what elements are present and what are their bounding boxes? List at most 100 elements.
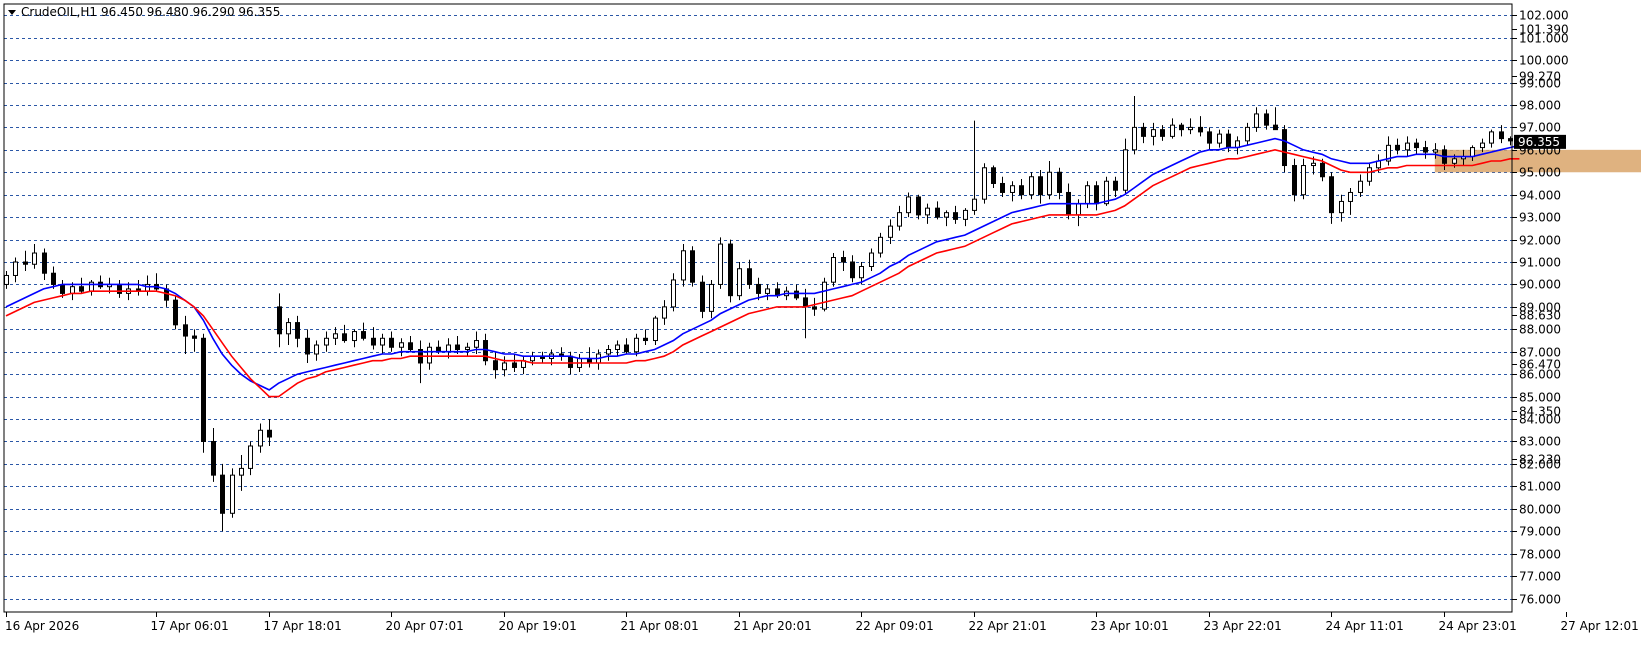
candle-body bbox=[286, 322, 291, 335]
candle-body bbox=[201, 337, 206, 442]
current-price-label: 96.355 bbox=[1518, 135, 1560, 149]
candle-body bbox=[493, 360, 498, 371]
candle-body bbox=[812, 306, 817, 310]
candle-body bbox=[277, 306, 282, 335]
y-tick-label: 79.000 bbox=[1519, 525, 1561, 539]
candle-body bbox=[831, 257, 836, 283]
candle-body bbox=[1151, 129, 1156, 137]
x-tick-label: 24 Apr 23:01 bbox=[1439, 619, 1517, 633]
x-tick-label: 23 Apr 22:01 bbox=[1204, 619, 1282, 633]
candle-body bbox=[624, 344, 629, 353]
candle-body bbox=[32, 252, 37, 265]
candle-body bbox=[465, 346, 470, 351]
candle-body bbox=[446, 344, 451, 353]
y-tick-label: 80.000 bbox=[1519, 503, 1561, 517]
candle-body bbox=[1094, 185, 1099, 205]
candle-body bbox=[1452, 158, 1457, 164]
candle-body bbox=[803, 297, 808, 308]
y-tick-label: 92.000 bbox=[1519, 234, 1561, 248]
candle-body bbox=[408, 342, 413, 351]
candle-body bbox=[765, 288, 770, 294]
y-tick-label: 99.000 bbox=[1519, 77, 1561, 91]
candle-body bbox=[643, 337, 648, 342]
chart-root[interactable]: 102.000 101.390 101.000 100.000 99.270 99.000… bbox=[0, 0, 1641, 666]
candle-body bbox=[1395, 144, 1400, 151]
candle-body bbox=[1132, 126, 1137, 151]
candle-body bbox=[1320, 162, 1325, 178]
candle-body bbox=[1282, 129, 1287, 167]
candle-body bbox=[1489, 131, 1494, 144]
candle-body bbox=[944, 212, 949, 218]
candle-body bbox=[1423, 147, 1428, 153]
candle-body bbox=[117, 283, 122, 294]
candle-body bbox=[568, 355, 573, 368]
y-tick-label: 100.000 bbox=[1519, 54, 1569, 68]
candle-body bbox=[878, 236, 883, 254]
candle-body bbox=[935, 207, 940, 218]
candle-body bbox=[888, 225, 893, 238]
candle-body bbox=[1179, 124, 1184, 131]
y-tick-label: 93.000 bbox=[1519, 211, 1561, 225]
candle-body bbox=[1029, 176, 1034, 196]
y-tick-label: 85.000 bbox=[1519, 391, 1561, 405]
candle-body bbox=[869, 252, 874, 267]
candle-body bbox=[606, 349, 611, 355]
candle-body bbox=[1245, 126, 1250, 142]
candle-body bbox=[681, 250, 686, 281]
x-tick-label: 21 Apr 20:01 bbox=[734, 619, 812, 633]
candle-body bbox=[1170, 124, 1175, 137]
candle-body bbox=[718, 243, 723, 285]
candle-body bbox=[709, 283, 714, 312]
candle-body bbox=[1226, 133, 1231, 149]
x-tick-label: 22 Apr 21:01 bbox=[969, 619, 1047, 633]
y-tick-label: 97.000 bbox=[1519, 121, 1561, 135]
y-tick-label: 83.000 bbox=[1519, 435, 1561, 449]
ohlc-label: 96.450 96.480 96.290 96.355 bbox=[101, 5, 280, 19]
candle-body bbox=[1348, 191, 1353, 202]
candle-body bbox=[380, 337, 385, 346]
candle-body bbox=[13, 261, 18, 276]
axes-layer: 102.000101.390101.000100.00099.27099.000… bbox=[3, 3, 1639, 633]
candle-body bbox=[1480, 142, 1485, 149]
candle-body bbox=[972, 198, 977, 211]
candle-body bbox=[634, 337, 639, 353]
candle-body bbox=[1358, 180, 1363, 193]
chart-header: CrudeOIL,H1 96.450 96.480 96.290 96.355 bbox=[8, 5, 280, 19]
candle-body bbox=[145, 283, 150, 292]
candle-body bbox=[89, 281, 94, 292]
candle-body bbox=[1000, 182, 1005, 193]
y-tick-label: 98.000 bbox=[1519, 99, 1561, 113]
candle-body bbox=[333, 333, 338, 339]
y-tick-label: 91.000 bbox=[1519, 256, 1561, 270]
candle-body bbox=[399, 342, 404, 348]
candle-body bbox=[371, 337, 376, 346]
candle-body bbox=[324, 337, 329, 346]
candle-body bbox=[671, 279, 676, 308]
candle-body bbox=[615, 344, 620, 351]
candle-body bbox=[1038, 176, 1043, 196]
candle-body bbox=[1273, 124, 1278, 131]
symbol-label: CrudeOIL,H1 bbox=[21, 5, 97, 19]
y-tick-label: 81.000 bbox=[1519, 480, 1561, 494]
candle-body bbox=[1113, 180, 1118, 191]
candle-body bbox=[859, 265, 864, 279]
dropdown-triangle-icon[interactable] bbox=[8, 10, 16, 15]
y-tick-label: 95.000 bbox=[1519, 166, 1561, 180]
y-tick-label: 77.000 bbox=[1519, 570, 1561, 584]
candle-body bbox=[841, 257, 846, 263]
y-tick-label: 102.000 bbox=[1519, 9, 1569, 23]
candle-body bbox=[239, 467, 244, 476]
candle-body bbox=[1301, 165, 1306, 196]
candle-body bbox=[1198, 126, 1203, 133]
candle-body bbox=[267, 429, 272, 438]
candle-body bbox=[653, 317, 658, 342]
x-tick-label: 24 Apr 11:01 bbox=[1326, 619, 1404, 633]
candle-body bbox=[42, 252, 47, 274]
candle-body bbox=[305, 337, 310, 355]
candle-body bbox=[1329, 176, 1334, 214]
plot-frame bbox=[3, 3, 1513, 613]
y-tick-label: 82.000 bbox=[1519, 458, 1561, 472]
candle-body bbox=[474, 340, 479, 348]
price-chart[interactable]: 102.000101.390101.000100.00099.27099.000… bbox=[0, 0, 1641, 666]
candle-body bbox=[1499, 131, 1504, 140]
